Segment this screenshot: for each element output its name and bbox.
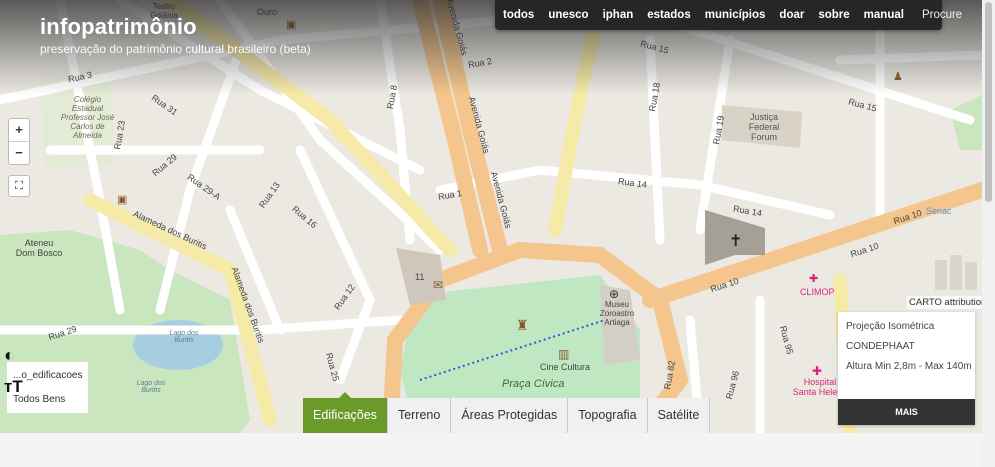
tab-satelite[interactable]: Satélite [647,398,711,433]
nav-manual[interactable]: manual [864,9,904,21]
page-footer [0,433,982,467]
info-panel: Projeção Isométrica CONDEPHAAT Altura Mi… [838,312,975,425]
poi-icon-2: ▣ [117,194,127,206]
church-icon: ✝ [729,233,742,250]
clinic-icon: ✚ [809,273,818,285]
zoom-control: + − [8,118,30,165]
brand: infopatrimônio preservação do patrimônio… [40,14,311,56]
monument-icon: ♜ [516,317,529,333]
top-navigation: todos unesco iphan estados municípios do… [495,0,962,30]
nav-todos[interactable]: todos [503,9,534,21]
nav-unesco[interactable]: unesco [548,9,588,21]
nav-estados[interactable]: estados [647,9,690,21]
more-button[interactable]: MAIS [838,399,975,425]
scrollbar[interactable] [982,0,995,467]
height-range-label: Altura Min 2,8m - Max 140m [846,361,972,372]
nav-doar[interactable]: doar [779,9,804,21]
lake-label: Lago dos Buritis [136,380,166,394]
zoom-in-button[interactable]: + [9,119,29,142]
nav-municipios[interactable]: municípios [705,9,766,21]
tab-areas-protegidas[interactable]: Áreas Protegidas [451,398,569,433]
tab-edificacoes[interactable]: Edificações [303,392,388,433]
site-subtitle: preservação do patrimônio cultural brasi… [40,42,311,56]
nav-iphan[interactable]: iphan [603,9,634,21]
place-label: Senac [926,206,952,216]
map-attribution[interactable]: CARTO attribution [907,296,989,309]
cinema-icon: ▥ [558,347,569,361]
projection-label: Projeção Isométrica [846,321,935,332]
fullscreen-icon[interactable]: ⛶ [8,175,30,197]
source-label: CONDEPHAAT [846,341,915,352]
basemap-tabs: Edificações Terreno Áreas Protegidas Top… [303,392,711,433]
map-canvas[interactable]: ✉ ✝ ♜ ⊕ ▥ ✚ ✚ ♟ ▣ ▣ Rua 3 Rua 31 Rua 2 R… [0,0,982,433]
building-number: 11 [415,272,425,282]
search-input[interactable] [921,9,962,21]
poi-icon: ♟ [893,71,903,83]
scrollbar-thumb[interactable] [985,2,992,202]
contrast-icon[interactable]: ◐ [4,345,15,366]
building-marker-icon: ✉ [433,278,443,292]
clinic-label: CLIMOP [800,287,835,297]
lake-label: Lago dos Buritis [169,330,199,344]
place-label: Justiça Federal Forum [748,112,780,142]
tab-topografia[interactable]: Topografia [568,398,648,433]
font-size-icon[interactable]: ᴛT [4,377,23,397]
zoom-out-button[interactable]: − [9,142,29,164]
school-label: Colégio Estadual Professor José Carlos d… [60,95,115,140]
tab-terreno[interactable]: Terreno [387,398,452,433]
hospital-icon: ✚ [812,364,822,378]
cinema-label: Cine Cultura [540,362,591,372]
plaza-label: Praça Cívica [502,378,565,390]
place-label: Ateneu Dom Bosco [15,238,63,258]
museum-label: Museu Zoroastro Artiaga [599,300,635,327]
museum-icon: ⊕ [609,287,619,301]
nav-sobre[interactable]: sobre [818,9,849,21]
site-title[interactable]: infopatrimônio [40,14,311,40]
